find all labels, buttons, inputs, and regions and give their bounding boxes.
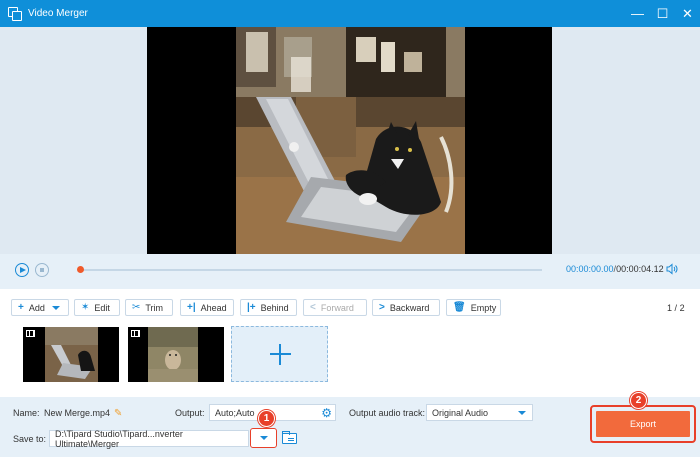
page-indicator: 1 / 2 — [667, 303, 685, 313]
chevron-down-icon — [518, 411, 526, 415]
output-label: Output: — [175, 408, 205, 418]
scissors-icon: ✂ — [132, 302, 141, 313]
add-clip-slot[interactable] — [231, 326, 328, 382]
folder-icon[interactable] — [282, 431, 297, 444]
name-label: Name: — [13, 408, 40, 418]
volume-icon[interactable] — [666, 263, 678, 275]
audio-track-label: Output audio track: — [349, 408, 426, 418]
ahead-label: Ahead — [200, 302, 227, 313]
page-current: 1 — [667, 303, 673, 313]
edit-toolbar: + Add ✶ Edit ✂ Trim +| Ahead |+ Behind <… — [0, 289, 700, 397]
clip-thumbnail-2[interactable] — [128, 327, 224, 382]
output-settings-panel: Name: New Merge.mp4 ✎ Output: Auto;Auto … — [0, 397, 700, 457]
edit-label: Edit — [94, 302, 110, 313]
window-controls: — ☐ ✕ — [625, 0, 700, 27]
page-separator: / — [674, 303, 678, 313]
film-icon — [26, 330, 35, 337]
save-path-value: D:\Tipard Studio\Tipard...nverter Ultima… — [55, 428, 183, 449]
step-marker-1: 1 — [258, 410, 275, 427]
behind-icon: |+ — [247, 302, 256, 313]
clip-thumbnail-1[interactable] — [23, 327, 119, 382]
maximize-icon[interactable]: ☐ — [650, 0, 675, 27]
empty-button[interactable]: 🗑 Empty — [446, 299, 501, 316]
save-path-dropdown-button[interactable] — [250, 428, 277, 448]
backward-icon: > — [379, 302, 385, 313]
trim-label: Trim — [145, 302, 164, 313]
gear-icon[interactable]: ⚙ — [321, 406, 332, 420]
add-label: Add — [28, 302, 45, 313]
forward-label: Forward — [320, 302, 354, 313]
trim-button[interactable]: ✂ Trim — [125, 299, 173, 316]
app-icon — [8, 7, 22, 21]
step-marker-2: 2 — [630, 392, 647, 409]
edit-icon: ✶ — [81, 302, 90, 313]
window-title: Video Merger — [28, 8, 88, 19]
save-path-field[interactable]: D:\Tipard Studio\Tipard...nverter Ultima… — [49, 428, 249, 449]
save-to-label: Save to: — [13, 434, 47, 444]
clip-thumbnail-image-1 — [23, 327, 119, 382]
film-icon — [131, 330, 140, 337]
close-icon[interactable]: ✕ — [675, 0, 700, 27]
forward-button[interactable]: < Forward — [303, 299, 367, 316]
title-bar: Video Merger — ☐ ✕ — [0, 0, 700, 27]
pencil-icon[interactable]: ✎ — [114, 408, 122, 419]
video-frame — [236, 27, 465, 254]
backward-label: Backward — [389, 302, 430, 313]
backward-button[interactable]: > Backward — [372, 299, 440, 316]
page-total: 2 — [679, 303, 685, 313]
add-button[interactable]: + Add — [11, 299, 69, 316]
empty-label: Empty — [470, 302, 497, 313]
chevron-down-icon[interactable] — [51, 305, 60, 310]
clip-thumbnail-image-2 — [128, 327, 224, 382]
progress-handle[interactable] — [77, 266, 84, 273]
player-controls: 00:00:00.00/00:00:04.12 — [0, 254, 700, 289]
behind-label: Behind — [260, 302, 289, 313]
audio-track-value: Original Audio — [432, 407, 489, 418]
edit-button[interactable]: ✶ Edit — [74, 299, 120, 316]
forward-icon: < — [310, 302, 316, 313]
play-button[interactable] — [15, 263, 29, 277]
stop-button[interactable] — [35, 263, 49, 277]
plus-icon: + — [18, 302, 24, 313]
video-preview-area — [0, 27, 700, 254]
minimize-icon[interactable]: — — [625, 0, 650, 27]
export-highlight: Export — [590, 405, 696, 443]
behind-button[interactable]: |+ Behind — [240, 299, 297, 316]
output-format-value: Auto;Auto — [215, 407, 255, 418]
ahead-icon: +| — [187, 302, 196, 313]
time-display: 00:00:00.00/00:00:04.12 — [566, 264, 664, 274]
ahead-button[interactable]: +| Ahead — [180, 299, 234, 316]
current-time: 00:00:00.00 — [566, 264, 614, 274]
progress-track[interactable] — [79, 269, 542, 271]
export-button[interactable]: Export — [596, 411, 690, 437]
video-frame-image — [236, 27, 465, 254]
trash-icon: 🗑 — [453, 302, 466, 313]
total-time: 00:00:04.12 — [616, 264, 664, 274]
audio-track-select[interactable]: Original Audio — [426, 404, 533, 421]
file-name: New Merge.mp4 — [44, 408, 111, 418]
